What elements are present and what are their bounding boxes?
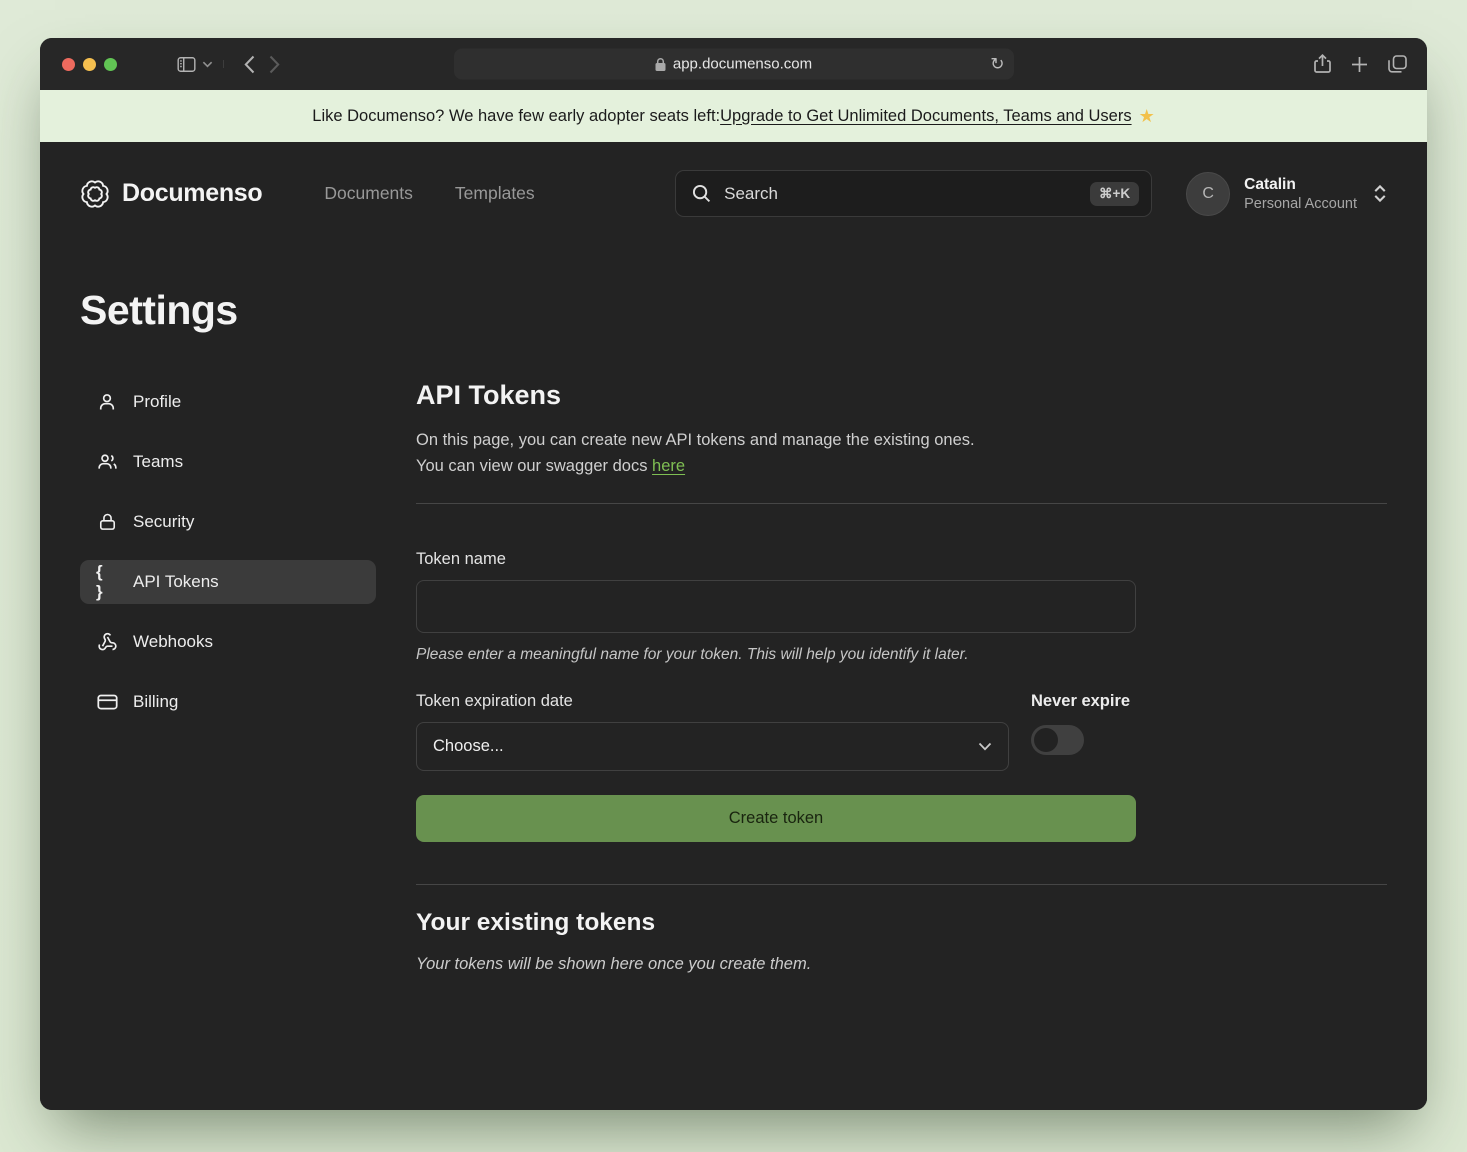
app-root: Documenso Documents Templates Search ⌘+K… — [40, 142, 1427, 1110]
never-expire-label: Never expire — [1031, 692, 1136, 711]
lock-icon — [96, 512, 118, 532]
account-menu[interactable]: C Catalin Personal Account — [1186, 172, 1387, 216]
section-heading: API Tokens — [416, 380, 1387, 411]
chevron-down-icon — [978, 742, 992, 751]
sidebar-chevron-icon[interactable] — [202, 60, 224, 68]
divider — [416, 503, 1387, 504]
back-button[interactable] — [244, 55, 255, 74]
documenso-seal-icon — [80, 179, 110, 209]
nav-documents[interactable]: Documents — [324, 183, 413, 204]
divider — [416, 884, 1387, 885]
sidebar-item-label: Security — [133, 512, 194, 532]
refresh-icon[interactable]: ↻ — [990, 54, 1004, 74]
token-name-label: Token name — [416, 550, 1136, 569]
app-header: Documenso Documents Templates Search ⌘+K… — [80, 142, 1387, 243]
credit-card-icon — [96, 693, 118, 711]
api-tokens-panel: API Tokens On this page, you can create … — [416, 380, 1387, 974]
toggle-knob — [1034, 728, 1058, 752]
upgrade-link[interactable]: Upgrade to Get Unlimited Documents, Team… — [720, 107, 1131, 126]
user-icon — [96, 392, 118, 412]
share-icon[interactable] — [1314, 54, 1331, 74]
browser-titlebar: app.documenso.com ↻ — [40, 38, 1427, 90]
traffic-lights — [62, 58, 117, 71]
search-input[interactable]: Search ⌘+K — [675, 170, 1152, 217]
create-token-form: Token name Please enter a meaningful nam… — [416, 550, 1136, 842]
create-token-button[interactable]: Create token — [416, 795, 1136, 842]
token-name-input[interactable] — [416, 580, 1136, 633]
token-name-hint: Please enter a meaningful name for your … — [416, 646, 1136, 664]
sidebar-item-label: Teams — [133, 452, 183, 472]
brand-name: Documenso — [122, 179, 262, 208]
braces-icon: { } — [96, 562, 118, 602]
expiration-select-value: Choose... — [433, 737, 504, 756]
sidebar-item-security[interactable]: Security — [80, 500, 376, 544]
settings-sidebar: Profile Teams Security { } API Token — [80, 380, 376, 974]
sidebar-item-billing[interactable]: Billing — [80, 680, 376, 724]
minimize-button[interactable] — [83, 58, 96, 71]
expiration-date-label: Token expiration date — [416, 692, 1009, 711]
sidebar-item-api-tokens[interactable]: { } API Tokens — [80, 560, 376, 604]
zoom-button[interactable] — [104, 58, 117, 71]
new-tab-icon[interactable] — [1351, 56, 1368, 73]
never-expire-toggle[interactable] — [1031, 725, 1084, 755]
account-type: Personal Account — [1244, 196, 1357, 212]
address-bar[interactable]: app.documenso.com ↻ — [454, 49, 1014, 80]
top-nav: Documents Templates — [324, 183, 534, 204]
search-shortcut-badge: ⌘+K — [1090, 182, 1139, 206]
close-button[interactable] — [62, 58, 75, 71]
promo-banner: Like Documenso? We have few early adopte… — [40, 90, 1427, 142]
section-description-line2: You can view our swagger docs — [416, 457, 652, 475]
url-text: app.documenso.com — [673, 56, 812, 73]
search-placeholder: Search — [724, 184, 778, 204]
star-icon: ★ — [1139, 106, 1155, 127]
existing-tokens-heading: Your existing tokens — [416, 909, 1387, 937]
documenso-logo[interactable]: Documenso — [80, 179, 262, 209]
users-icon — [96, 452, 118, 472]
existing-tokens-empty-text: Your tokens will be shown here once you … — [416, 955, 1387, 974]
webhook-icon — [96, 632, 118, 652]
sidebar-item-teams[interactable]: Teams — [80, 440, 376, 484]
sidebar-item-label: Profile — [133, 392, 181, 412]
tab-overview-icon[interactable] — [1388, 55, 1407, 73]
expiration-date-select[interactable]: Choose... — [416, 722, 1009, 771]
section-description-line1: On this page, you can create new API tok… — [416, 431, 975, 449]
avatar: C — [1186, 172, 1230, 216]
search-icon — [692, 184, 711, 203]
sidebar-item-label: Billing — [133, 692, 178, 712]
page-title: Settings — [80, 287, 1387, 334]
chevrons-up-down-icon — [1373, 184, 1387, 203]
sidebar-item-profile[interactable]: Profile — [80, 380, 376, 424]
nav-templates[interactable]: Templates — [455, 183, 535, 204]
sidebar-item-webhooks[interactable]: Webhooks — [80, 620, 376, 664]
forward-button[interactable] — [269, 55, 280, 74]
browser-window: app.documenso.com ↻ Like Documenso — [40, 38, 1427, 1110]
swagger-docs-link[interactable]: here — [652, 457, 685, 475]
sidebar-item-label: Webhooks — [133, 632, 213, 652]
ssl-lock-icon — [655, 57, 666, 71]
user-name: Catalin — [1244, 176, 1357, 194]
sidebar-toggle-icon[interactable] — [177, 56, 196, 73]
sidebar-item-label: API Tokens — [133, 572, 219, 592]
promo-text: Like Documenso? We have few early adopte… — [312, 107, 720, 126]
